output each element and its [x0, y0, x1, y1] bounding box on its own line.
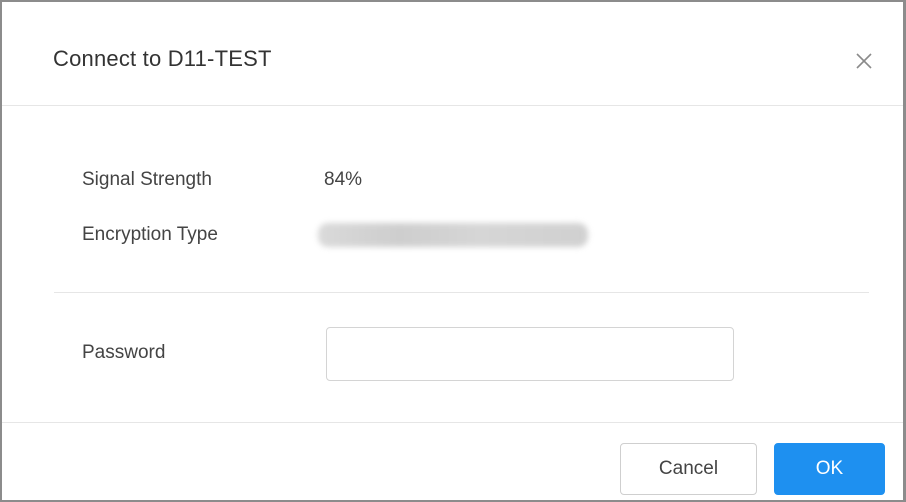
close-icon	[856, 53, 872, 69]
close-button[interactable]	[853, 50, 875, 72]
password-input[interactable]	[326, 327, 734, 381]
password-label: Password	[82, 342, 166, 363]
encryption-type-value-redacted	[318, 223, 588, 247]
connect-dialog: Connect to D11-TEST Signal Strength 84% …	[0, 0, 906, 502]
ok-button[interactable]: OK	[774, 443, 885, 495]
signal-strength-value: 84%	[324, 169, 363, 190]
encryption-type-label: Encryption Type	[82, 224, 218, 245]
section-divider	[54, 292, 869, 293]
dialog-title: Connect to D11-TEST	[53, 46, 272, 71]
cancel-button[interactable]: Cancel	[620, 443, 757, 495]
dialog-footer	[2, 422, 903, 502]
signal-strength-label: Signal Strength	[82, 169, 212, 190]
dialog-header: Connect to D11-TEST	[2, 2, 903, 106]
